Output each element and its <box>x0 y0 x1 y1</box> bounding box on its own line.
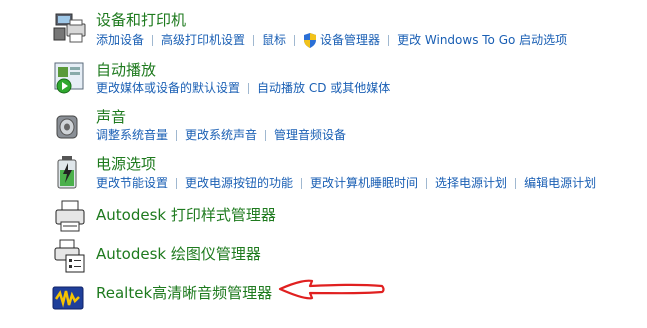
add-device-link[interactable]: 添加设备 <box>96 32 144 48</box>
device-manager-link[interactable]: 设备管理器 <box>320 32 380 48</box>
separator <box>294 34 296 46</box>
separator <box>515 177 517 189</box>
category-title[interactable]: Autodesk 绘图仪管理器 <box>96 244 261 264</box>
separator <box>248 82 250 94</box>
speaker-icon[interactable] <box>52 108 88 144</box>
plotter-manager-icon[interactable] <box>52 238 88 274</box>
category-links: 调整系统音量 更改系统声音 管理音频设备 <box>96 127 346 143</box>
change-default-media-settings-link[interactable]: 更改媒体或设备的默认设置 <box>96 80 240 96</box>
red-arrow-annotation <box>278 279 385 300</box>
edit-power-plan-link[interactable]: 编辑电源计划 <box>524 175 596 191</box>
sleep-time-link[interactable]: 更改计算机睡眠时间 <box>310 175 418 191</box>
realtek-audio-icon[interactable] <box>52 283 88 319</box>
change-power-saving-link[interactable]: 更改节能设置 <box>96 175 168 191</box>
category-title[interactable]: 设备和打印机 <box>96 10 186 30</box>
uac-shield-icon <box>303 32 317 48</box>
separator <box>265 129 267 141</box>
manage-audio-devices-link[interactable]: 管理音频设备 <box>274 127 346 143</box>
adjust-volume-link[interactable]: 调整系统音量 <box>96 127 168 143</box>
separator <box>426 177 428 189</box>
category-links: 添加设备 高级打印机设置 鼠标 设备管理器 更改 Windows To Go 启… <box>96 32 567 48</box>
battery-power-icon[interactable] <box>52 154 88 190</box>
separator <box>388 34 390 46</box>
category-title[interactable]: Autodesk 打印样式管理器 <box>96 205 276 225</box>
change-system-sounds-link[interactable]: 更改系统声音 <box>185 127 257 143</box>
category-links: 更改媒体或设备的默认设置 自动播放 CD 或其他媒体 <box>96 80 390 96</box>
windows-to-go-link[interactable]: 更改 Windows To Go 启动选项 <box>397 32 567 48</box>
separator <box>176 177 178 189</box>
category-title[interactable]: 自动播放 <box>96 60 156 80</box>
category-title[interactable]: Realtek高清晰音频管理器 <box>96 283 272 303</box>
printer-devices-icon[interactable] <box>52 10 88 46</box>
separator <box>152 34 154 46</box>
autoplay-icon[interactable] <box>52 60 88 96</box>
category-title[interactable]: 电源选项 <box>96 154 156 174</box>
separator <box>253 34 255 46</box>
autoplay-cd-link[interactable]: 自动播放 CD 或其他媒体 <box>257 80 390 96</box>
category-title[interactable]: 声音 <box>96 107 126 127</box>
category-links: 更改节能设置 更改电源按钮的功能 更改计算机睡眠时间 选择电源计划 编辑电源计划 <box>96 175 596 191</box>
mouse-link[interactable]: 鼠标 <box>262 32 286 48</box>
advanced-printer-settings-link[interactable]: 高级打印机设置 <box>161 32 245 48</box>
print-style-manager-icon[interactable] <box>52 198 88 234</box>
choose-power-plan-link[interactable]: 选择电源计划 <box>435 175 507 191</box>
separator <box>301 177 303 189</box>
separator <box>176 129 178 141</box>
power-button-function-link[interactable]: 更改电源按钮的功能 <box>185 175 293 191</box>
